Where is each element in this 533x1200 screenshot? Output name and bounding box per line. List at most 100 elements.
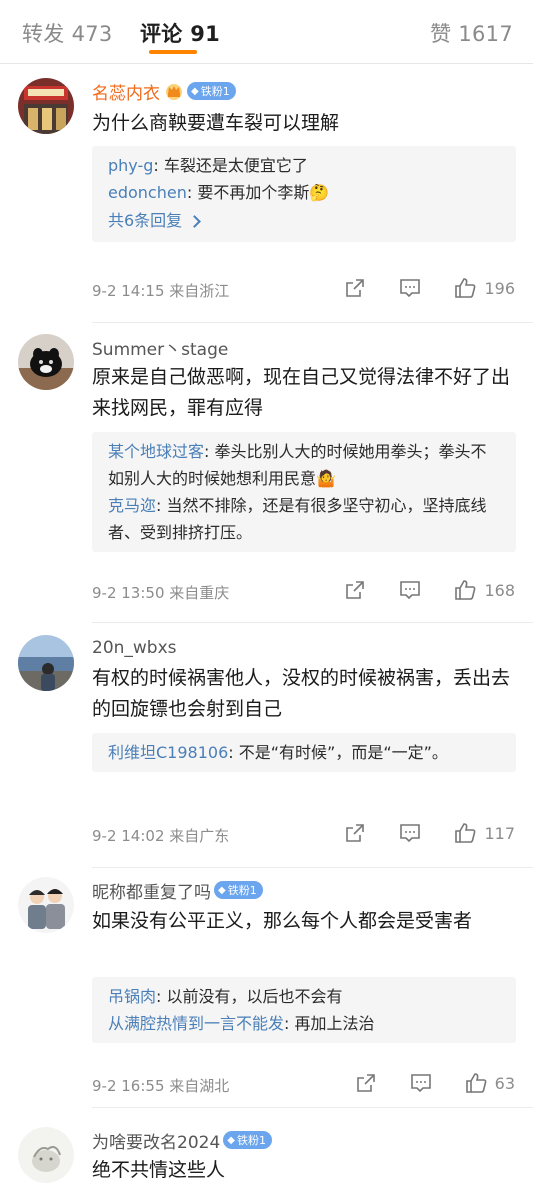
share-button[interactable] — [355, 1072, 377, 1094]
reply-button[interactable] — [410, 1072, 432, 1094]
more-replies-link[interactable]: 共6条回复 — [108, 206, 502, 236]
share-icon — [346, 824, 365, 842]
diamond-icon: ◆ — [191, 85, 199, 97]
fan-badge: ◆ 铁粉1 — [187, 82, 236, 100]
username-row: 为啥要改名2024 ◆ 铁粉1 — [92, 1127, 272, 1153]
like-button[interactable]: 196 — [454, 277, 515, 299]
username-row: 20n_wbxs — [92, 635, 177, 661]
chevron-right-icon — [188, 214, 202, 228]
comment-text: 原来是自己做恶啊，现在自己又觉得法律不好了出来找网民，罪有应得 — [92, 366, 511, 419]
comment-divider — [92, 622, 533, 623]
reply-text: : 不是“有时候”，而是“一定”。 — [228, 743, 448, 762]
username-row: 昵称都重复了吗 ◆ 铁粉1 — [92, 877, 263, 903]
reply-author[interactable]: phy-g — [108, 156, 153, 175]
comment-text: 绝不共情这些人 — [92, 1159, 226, 1181]
share-icon — [356, 1074, 375, 1092]
reply-text: : 以前没有，以后也不会有 — [156, 987, 343, 1006]
username-row: Summer丶stage — [92, 334, 228, 360]
like-button[interactable]: 168 — [454, 579, 515, 601]
comment-divider — [92, 867, 533, 868]
reply-button[interactable] — [399, 822, 421, 844]
thumbs-up-icon — [455, 278, 476, 298]
reply: phy-g: 车裂还是太便宜它了 — [108, 152, 502, 179]
avatar-image — [18, 1127, 74, 1183]
reply: 克马迩: 当然不排除，还是有很多坚守初心，坚持底线者、受到排挤打压。 — [108, 492, 502, 546]
comment-actions: 196 — [311, 277, 515, 299]
reply-text: : 车裂还是太便宜它了 — [153, 156, 308, 175]
reply-text: : 要不再加个李斯🤔 — [186, 183, 330, 202]
crown-icon — [164, 81, 184, 101]
replies-box[interactable]: 吊锅肉: 以前没有，以后也不会有 从满腔热情到一言不能发: 再加上法治 — [92, 977, 516, 1043]
comment-divider — [92, 1107, 533, 1108]
username[interactable]: 名蕊内衣 — [92, 79, 160, 104]
comment-text: 为什么商鞅要遭车裂可以理解 — [92, 112, 340, 134]
share-button[interactable] — [344, 822, 366, 844]
reply-author[interactable]: 吊锅肉 — [108, 987, 156, 1006]
username-row: 名蕊内衣 ◆ 铁粉1 — [92, 78, 236, 104]
replies-box[interactable]: 某个地球过客: 拳头比别人大的时候她用拳头；拳头不如别人大的时候她想利用民意🤷 … — [92, 432, 516, 552]
tabs-divider — [0, 63, 533, 64]
avatar[interactable] — [18, 78, 74, 134]
thumbs-up-icon — [455, 823, 476, 843]
comment-actions: 168 — [311, 579, 515, 601]
like-button[interactable]: 117 — [454, 822, 515, 844]
replies-box[interactable]: 利维坦C198106: 不是“有时候”，而是“一定”。 — [92, 733, 516, 772]
reply: 从满腔热情到一言不能发: 再加上法治 — [108, 1010, 502, 1037]
comment-icon — [400, 824, 421, 843]
comment-icon — [400, 279, 421, 298]
reply-text: : 当然不排除，还是有很多坚守初心，坚持底线者、受到排挤打压。 — [108, 496, 487, 542]
reply: 利维坦C198106: 不是“有时候”，而是“一定”。 — [108, 739, 502, 766]
username[interactable]: Summer丶stage — [92, 335, 228, 360]
comment-meta: 9-2 13:50 来自重庆 — [92, 584, 230, 602]
reply-author[interactable]: 从满腔热情到一言不能发 — [108, 1014, 284, 1033]
fan-badge: ◆ 铁粉1 — [214, 881, 263, 899]
comment-text: 有权的时候祸害他人，没权的时候被祸害，丢出去的回旋镖也会射到自己 — [92, 667, 511, 720]
share-button[interactable] — [344, 579, 366, 601]
tab-comments[interactable]: 评论 91 — [140, 18, 220, 48]
share-icon — [346, 581, 365, 599]
tab-likes[interactable]: 赞 1617 — [430, 18, 513, 48]
comment-icon — [410, 1074, 431, 1093]
reply-author[interactable]: 某个地球过客 — [108, 442, 204, 461]
active-tab-indicator — [149, 50, 197, 54]
comment-divider — [92, 322, 533, 323]
comment-actions: 117 — [311, 822, 515, 844]
avatar[interactable] — [18, 635, 74, 691]
avatar-image — [18, 635, 74, 691]
like-count: 117 — [484, 823, 515, 843]
tab-repost[interactable]: 转发 473 — [22, 18, 113, 48]
avatar-image — [18, 877, 74, 933]
like-count: 196 — [484, 278, 515, 298]
replies-box[interactable]: phy-g: 车裂还是太便宜它了 edonchen: 要不再加个李斯🤔 共6条回… — [92, 146, 516, 242]
share-button[interactable] — [344, 277, 366, 299]
avatar[interactable] — [18, 1127, 74, 1183]
username[interactable]: 为啥要改名2024 — [92, 1128, 220, 1153]
reply: 吊锅肉: 以前没有，以后也不会有 — [108, 983, 502, 1010]
avatar[interactable] — [18, 334, 74, 390]
comment-text: 如果没有公平正义，那么每个人都会是受害者 — [92, 910, 473, 932]
reply-author[interactable]: edonchen — [108, 183, 187, 202]
reply-button[interactable] — [399, 277, 421, 299]
like-count: 63 — [494, 1073, 515, 1093]
avatar[interactable] — [18, 877, 74, 933]
share-icon — [346, 279, 365, 297]
fan-badge: ◆ 铁粉1 — [223, 1131, 272, 1149]
reply-button[interactable] — [399, 579, 421, 601]
reply-text: : 再加上法治 — [284, 1014, 375, 1033]
like-count: 168 — [484, 580, 515, 600]
reply-author[interactable]: 克马迩 — [108, 496, 156, 515]
reply: edonchen: 要不再加个李斯🤔 — [108, 179, 502, 206]
like-button[interactable]: 63 — [465, 1072, 515, 1094]
thumbs-up-icon — [455, 580, 476, 600]
reply: 某个地球过客: 拳头比别人大的时候她用拳头；拳头不如别人大的时候她想利用民意🤷 — [108, 438, 502, 492]
thumbs-up-icon — [465, 1073, 487, 1093]
comment-meta: 9-2 14:02 来自广东 — [92, 827, 230, 845]
comment-tabs: 转发 473 评论 91 赞 1617 — [0, 0, 533, 64]
comment-actions: 63 — [322, 1072, 515, 1094]
username[interactable]: 昵称都重复了吗 — [92, 878, 211, 903]
reply-author[interactable]: 利维坦C198106 — [108, 743, 228, 762]
comment-meta: 9-2 14:15 来自浙江 — [92, 282, 230, 300]
comment-icon — [400, 581, 421, 600]
diamond-icon: ◆ — [227, 1134, 235, 1146]
username[interactable]: 20n_wbxs — [92, 638, 177, 658]
